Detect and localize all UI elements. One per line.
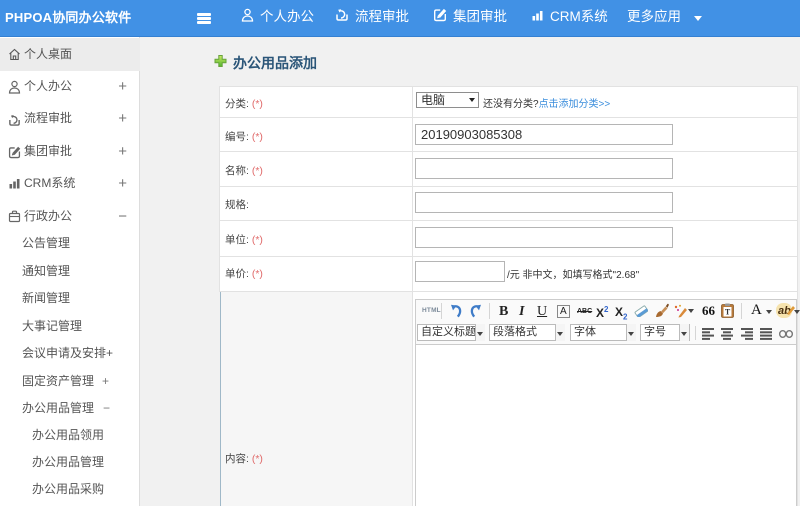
svg-text:T: T — [725, 308, 731, 317]
